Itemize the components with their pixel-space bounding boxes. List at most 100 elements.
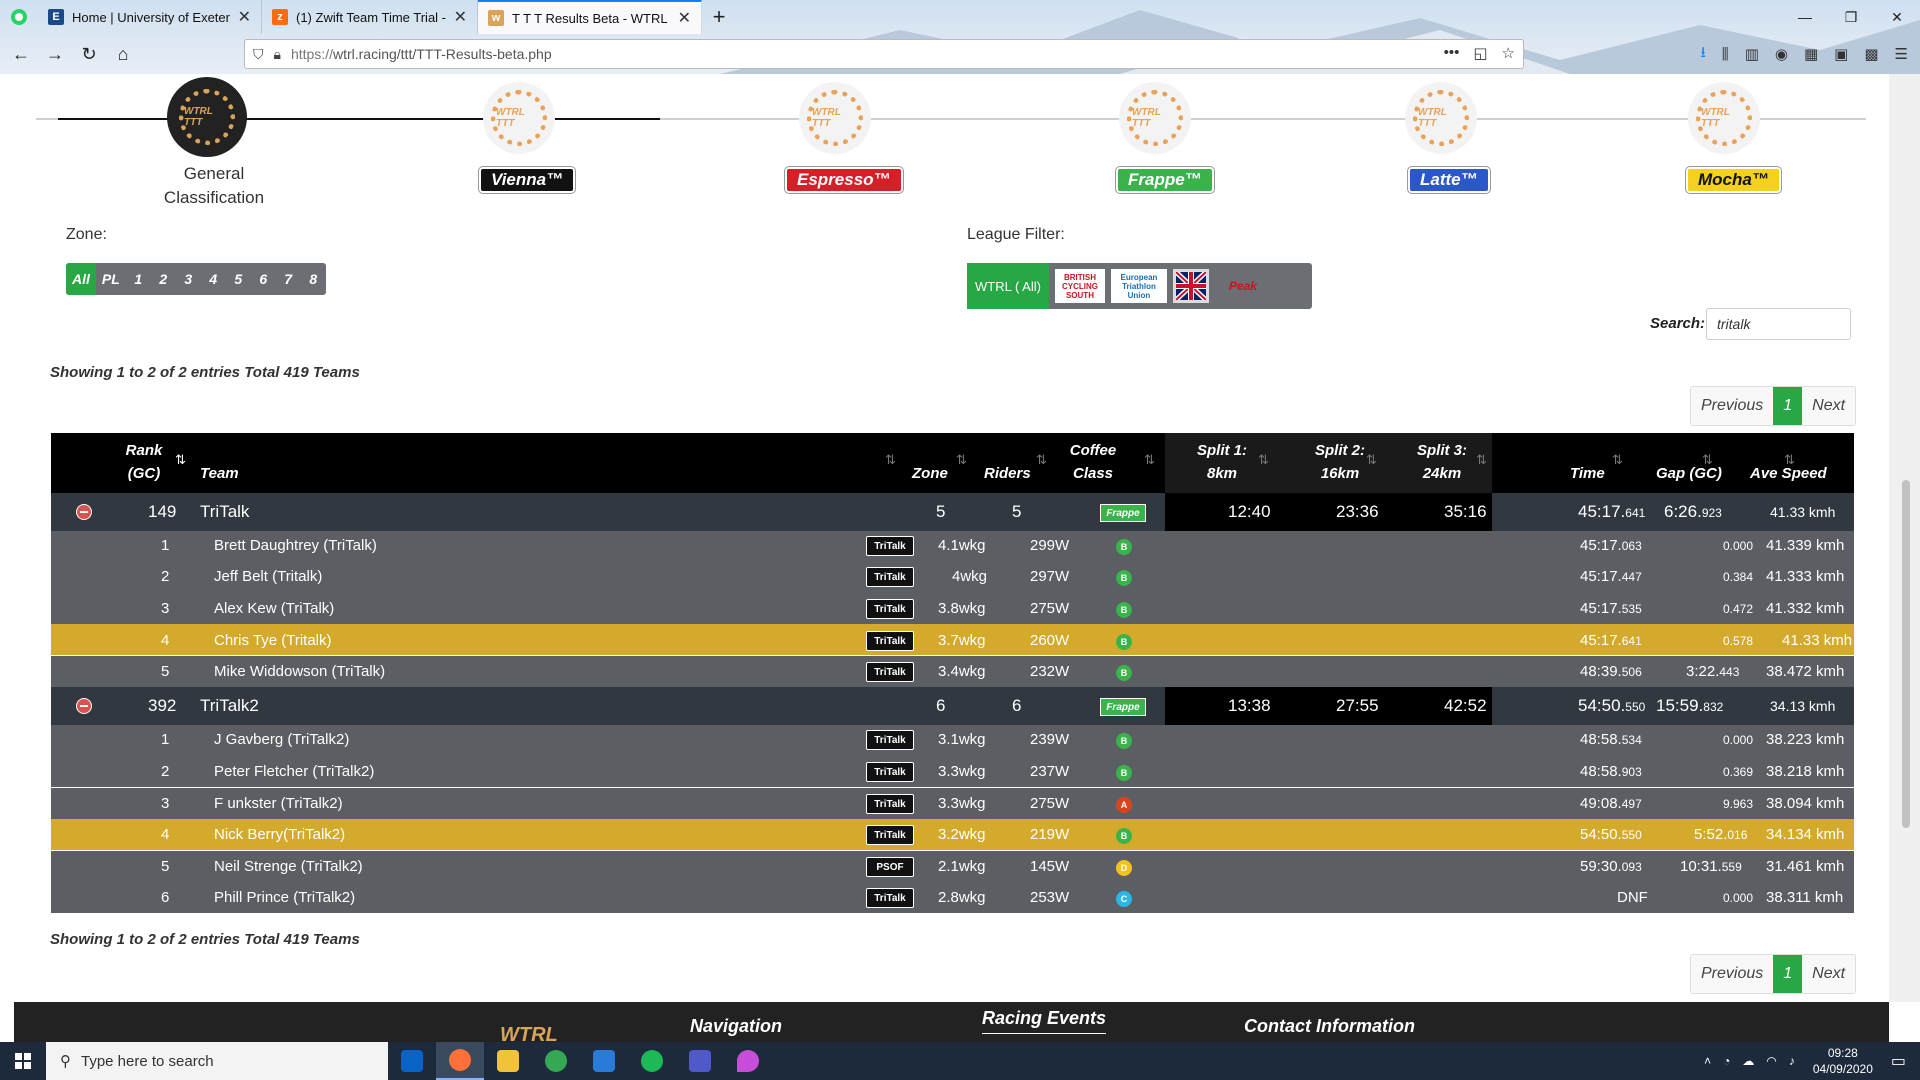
mail-app[interactable]: [580, 1042, 628, 1080]
th-time[interactable]: Time: [1570, 462, 1605, 485]
th-split1[interactable]: Split 1: 8km: [1192, 439, 1252, 485]
vienna-badge[interactable]: WTRL TTT: [483, 82, 555, 154]
tab-ttt-results[interactable]: w T T T Results Beta - WTRL ✕: [478, 0, 702, 34]
shield-icon[interactable]: ⛉: [253, 46, 264, 63]
file-explorer-app[interactable]: [484, 1042, 532, 1080]
sort-icon[interactable]: ⇅: [956, 452, 967, 468]
sort-asc-icon[interactable]: ⇅: [175, 452, 186, 468]
close-tab-icon[interactable]: ✕: [678, 8, 691, 28]
back-button[interactable]: ←: [4, 39, 38, 69]
sort-icon[interactable]: ⇅: [1476, 452, 1487, 468]
zone-btn-pl[interactable]: PL: [96, 263, 126, 295]
tab-university-of-exeter[interactable]: E Home | University of Exeter ✕: [38, 0, 262, 34]
footer-racing-events-heading[interactable]: Racing Events: [982, 1008, 1107, 1034]
taskbar-search[interactable]: ⚲ Type here to search: [46, 1042, 388, 1080]
peak-logo[interactable]: Peak: [1215, 269, 1271, 303]
league-pill-espresso[interactable]: Espresso™: [785, 167, 903, 193]
british-cycling-logo[interactable]: BRITISH CYCLING SOUTH: [1054, 269, 1105, 303]
collapse-icon[interactable]: [76, 698, 92, 714]
tray-chevron-icon[interactable]: ˄: [1704, 1054, 1711, 1068]
sort-icon[interactable]: ⇅: [885, 452, 896, 468]
bookmark-star-icon[interactable]: ☆: [1502, 44, 1515, 62]
rider-name[interactable]: Brett Daughtrey (TriTalk): [214, 537, 377, 554]
th-zone[interactable]: Zone: [912, 462, 948, 485]
scrollbar-thumb[interactable]: [1902, 480, 1910, 828]
close-tab-icon[interactable]: ✕: [238, 7, 251, 27]
rider-name[interactable]: F unkster (TriTalk2): [214, 795, 343, 812]
th-rank[interactable]: Rank (GC): [114, 439, 174, 485]
tab-zwift-ttt[interactable]: z (1) Zwift Team Time Trial - Even ✕: [262, 0, 478, 34]
whatsapp-pinned-tab[interactable]: [0, 0, 38, 34]
reload-button[interactable]: ↻: [72, 39, 106, 69]
rider-name[interactable]: Jeff Belt (Tritalk): [214, 568, 322, 585]
windows-start-button[interactable]: [0, 1042, 46, 1080]
mocha-badge[interactable]: WTRL TTT: [1688, 82, 1760, 154]
league-btn-all[interactable]: WTRL ( All): [967, 263, 1049, 309]
collapse-icon[interactable]: [76, 504, 92, 520]
minimize-icon[interactable]: —: [1782, 0, 1828, 34]
zone-btn-4[interactable]: 4: [201, 263, 226, 295]
restore-icon[interactable]: ❐: [1828, 0, 1874, 34]
th-gap[interactable]: Gap (GC): [1656, 462, 1722, 485]
gc-label[interactable]: General Classification: [134, 162, 294, 210]
teams-app[interactable]: [676, 1042, 724, 1080]
uk-flag-logo[interactable]: [1172, 269, 1209, 303]
rider-name[interactable]: Nick Berry(TriTalk2): [214, 826, 345, 843]
rider-name[interactable]: Peter Fletcher (TriTalk2): [214, 763, 374, 780]
rider-name[interactable]: J Gavberg (TriTalk2): [214, 731, 349, 748]
league-pill-mocha[interactable]: Mocha™: [1686, 167, 1781, 193]
rider-name[interactable]: Chris Tye (Tritalk): [214, 632, 332, 649]
espresso-badge[interactable]: WTRL TTT: [799, 82, 871, 154]
frappe-badge[interactable]: WTRL TTT: [1119, 82, 1191, 154]
paint-app[interactable]: [724, 1042, 772, 1080]
sort-icon[interactable]: ⇅: [1612, 452, 1623, 468]
outlook-app[interactable]: [388, 1042, 436, 1080]
european-triathlon-logo[interactable]: European Triathlon Union: [1110, 269, 1167, 303]
forward-button[interactable]: →: [38, 39, 72, 69]
page-1-button[interactable]: 1: [1773, 387, 1803, 425]
rider-name[interactable]: Neil Strenge (TriTalk2): [214, 858, 363, 875]
rider-name[interactable]: Phill Prince (TriTalk2): [214, 889, 355, 906]
network-icon[interactable]: ◔: [1723, 1054, 1730, 1068]
spotify-app[interactable]: [628, 1042, 676, 1080]
account-icon[interactable]: ◉: [1775, 45, 1788, 63]
th-coffee-class[interactable]: Coffee Class: [1068, 439, 1118, 485]
league-pill-latte[interactable]: Latte™: [1408, 167, 1490, 193]
rider-name[interactable]: Mike Widdowson (TriTalk): [214, 663, 385, 680]
zone-btn-all[interactable]: All: [66, 263, 96, 295]
sort-icon[interactable]: ⇅: [1036, 452, 1047, 468]
sort-icon[interactable]: ⇅: [1366, 452, 1377, 468]
address-bar[interactable]: ⛉ 🔒︎ https:// wtrl.racing/ttt/TTT-Result…: [244, 39, 1524, 69]
close-tab-icon[interactable]: ✕: [454, 7, 467, 27]
wifi-icon[interactable]: ◠: [1766, 1054, 1776, 1068]
zone-btn-3[interactable]: 3: [176, 263, 201, 295]
library-icon[interactable]: ⫼: [1722, 46, 1729, 63]
extension-icon[interactable]: ▣: [1834, 45, 1848, 63]
extension2-icon[interactable]: ▩: [1864, 45, 1878, 63]
page-1-button[interactable]: 1: [1773, 955, 1803, 993]
league-pill-vienna[interactable]: Vienna™: [479, 167, 576, 193]
search-input[interactable]: tritalk: [1706, 308, 1851, 340]
zone-btn-8[interactable]: 8: [301, 263, 326, 295]
clock[interactable]: 09:28 04/09/2020: [1813, 1045, 1873, 1077]
zone-btn-5[interactable]: 5: [226, 263, 251, 295]
barcode-icon[interactable]: ▦: [1804, 45, 1818, 63]
menu-icon[interactable]: ☰: [1895, 45, 1908, 63]
notifications-icon[interactable]: ▭: [1891, 1051, 1906, 1071]
page-actions-icon[interactable]: •••: [1444, 44, 1460, 62]
close-window-icon[interactable]: ✕: [1874, 0, 1920, 34]
th-split2[interactable]: Split 2: 16km: [1310, 439, 1370, 485]
sort-icon[interactable]: ⇅: [1144, 452, 1155, 468]
pocket-icon[interactable]: ◱: [1473, 44, 1487, 62]
next-button[interactable]: Next: [1802, 955, 1856, 993]
th-split3[interactable]: Split 3: 24km: [1412, 439, 1472, 485]
firefox-app[interactable]: [436, 1042, 484, 1080]
sidebar-icon[interactable]: ▥: [1745, 45, 1759, 63]
sort-icon[interactable]: ⇅: [1258, 452, 1269, 468]
zone-btn-1[interactable]: 1: [126, 263, 151, 295]
th-riders[interactable]: Riders: [984, 462, 1031, 485]
gc-badge[interactable]: WTRL TTT: [167, 77, 247, 157]
zone-btn-2[interactable]: 2: [151, 263, 176, 295]
latte-badge[interactable]: WTRL TTT: [1405, 82, 1477, 154]
rider-name[interactable]: Alex Kew (TriTalk): [214, 600, 334, 617]
